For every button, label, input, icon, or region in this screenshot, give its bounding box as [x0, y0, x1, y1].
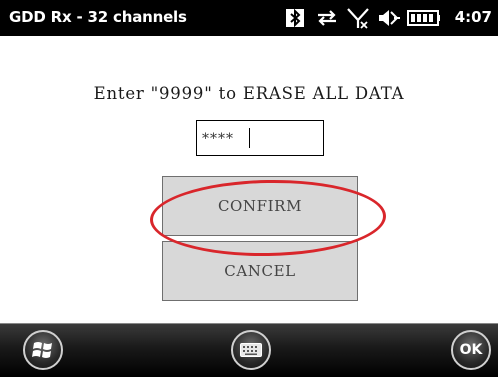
softkey-bar-divider — [0, 323, 498, 324]
code-input[interactable]: **** — [196, 120, 324, 156]
cancel-button[interactable]: CANCEL — [162, 241, 358, 301]
speaker-icon[interactable] — [377, 8, 401, 28]
code-input-value: **** — [202, 131, 234, 147]
app-title: GDD Rx - 32 channels — [9, 8, 187, 26]
erase-prompt: Enter "9999" to ERASE ALL DATA — [93, 84, 405, 103]
title-bar: GDD Rx - 32 channels 4:07 — [0, 0, 498, 36]
start-button[interactable] — [23, 330, 63, 370]
bluetooth-icon[interactable] — [285, 8, 305, 28]
erase-dialog: Enter "9999" to ERASE ALL DATA **** CONF… — [0, 36, 498, 323]
ok-label: OK — [459, 342, 483, 358]
windows-start-icon — [32, 342, 52, 358]
sync-icon[interactable] — [315, 8, 339, 28]
keyboard-icon — [240, 343, 262, 357]
battery-icon[interactable] — [407, 10, 441, 26]
text-caret — [249, 128, 250, 148]
keyboard-button[interactable] — [231, 330, 271, 370]
no-signal-icon[interactable] — [346, 6, 370, 30]
clock[interactable]: 4:07 — [455, 8, 492, 26]
ok-button[interactable]: OK — [451, 330, 491, 370]
confirm-button[interactable]: CONFIRM — [162, 176, 358, 236]
